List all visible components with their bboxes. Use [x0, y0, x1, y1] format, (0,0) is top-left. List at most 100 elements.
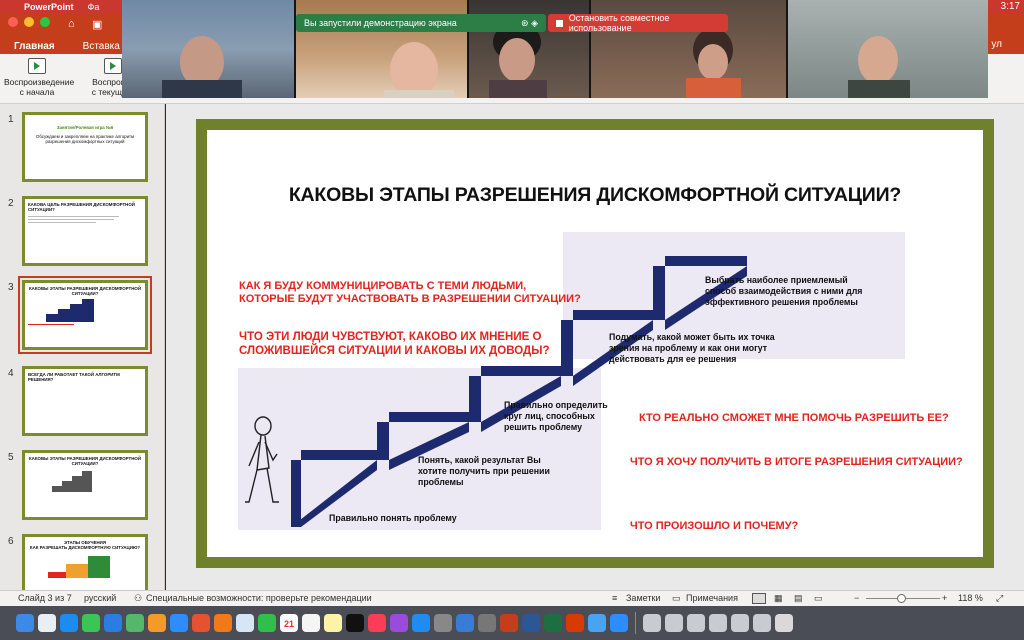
- minimized-window-icon[interactable]: [687, 614, 705, 632]
- vlc-icon[interactable]: [214, 614, 232, 632]
- zoom-out-icon[interactable]: −: [854, 593, 859, 603]
- chrome-icon[interactable]: [236, 614, 254, 632]
- step-2-text[interactable]: Понять, какой результат Вы хотите получи…: [418, 455, 550, 488]
- slide-frame[interactable]: КАКОВЫ ЭТАПЫ РАЗРЕШЕНИЯ ДИСКОМФОРТНОЙ СИ…: [196, 119, 994, 568]
- save-icon[interactable]: ▣: [92, 18, 102, 31]
- app-menu[interactable]: PowerPoint: [24, 2, 74, 12]
- podcasts-icon[interactable]: [390, 614, 408, 632]
- question-who-helps[interactable]: КТО РЕАЛЬНО СМОЖЕТ МНЕ ПОМОЧЬ РАЗРЕШИТЬ …: [639, 412, 949, 425]
- utility-icon[interactable]: [478, 614, 496, 632]
- excel-icon[interactable]: [544, 614, 562, 632]
- accessibility-status[interactable]: Специальные возможности: проверьте реком…: [146, 593, 372, 603]
- notes-app-icon[interactable]: [324, 614, 342, 632]
- comments-button[interactable]: Примечания: [686, 593, 738, 603]
- slide-thumbnail-selected[interactable]: 3 КАКОВЫ ЭТАПЫ РАЗРЕШЕНИЯ ДИСКОМФОРТНОЙ …: [0, 276, 164, 354]
- zoom-icon[interactable]: [170, 614, 188, 632]
- slide-sorter-icon[interactable]: ▦: [774, 593, 783, 604]
- question-what-happened[interactable]: ЧТО ПРОИЗОШЛО И ПОЧЕМУ?: [630, 520, 798, 533]
- slide-thumbnail-pane: 1 Занятие/Ролевая игра №6 Обсуждаем и за…: [0, 104, 165, 590]
- fit-slide-icon[interactable]: ⤢: [996, 593, 1003, 604]
- participant-video[interactable]: [788, 0, 988, 98]
- shield-icon: ⊛ ◈: [521, 17, 538, 28]
- reminders-icon[interactable]: [302, 614, 320, 632]
- notes-button[interactable]: Заметки: [626, 593, 660, 603]
- slide-thumbnail[interactable]: 5 КАКОВЫ ЭТАПЫ РАЗРЕШЕНИЯ ДИСКОМФОРТНОЙ …: [0, 446, 164, 521]
- accessibility-icon[interactable]: ⚇: [134, 593, 142, 604]
- safari-icon[interactable]: [60, 614, 78, 632]
- question-desired-result[interactable]: ЧТО Я ХОЧУ ПОЛУЧИТЬ В ИТОГЕ РАЗРЕШЕНИЯ С…: [630, 456, 963, 469]
- apple-tv-icon[interactable]: [346, 614, 364, 632]
- maps-icon[interactable]: [126, 614, 144, 632]
- slide-editing-canvas[interactable]: КАКОВЫ ЭТАПЫ РАЗРЕШЕНИЯ ДИСКОМФОРТНОЙ СИ…: [166, 104, 1024, 590]
- stop-share-button[interactable]: Остановить совместное использование: [548, 13, 728, 33]
- finder-icon[interactable]: [16, 614, 34, 632]
- status-bar: Слайд 3 из 7 русский ⚇ Специальные возмо…: [0, 590, 1024, 606]
- zoom-level[interactable]: 118 %: [958, 593, 983, 603]
- minimized-window-icon[interactable]: [665, 614, 683, 632]
- slideshow-icon[interactable]: ▭: [814, 593, 823, 604]
- office-icon[interactable]: [566, 614, 584, 632]
- zoom-in-icon[interactable]: +: [942, 593, 947, 603]
- zoom-slider-thumb[interactable]: [897, 594, 906, 603]
- dock-separator: [635, 612, 636, 634]
- home-icon[interactable]: ⌂: [68, 18, 75, 30]
- keynote-icon[interactable]: [456, 614, 474, 632]
- slide-thumbnail[interactable]: 2 КАКОВА ЦЕЛЬ РАЗРЕШЕНИЯ ДИСКОМФОРТНОЙ С…: [0, 192, 164, 267]
- messages-icon[interactable]: [82, 614, 100, 632]
- question-communication[interactable]: КАК Я БУДУ КОММУНИЦИРОВАТЬ С ТЕМИ ЛЮДЬМИ…: [239, 280, 581, 306]
- step-1-text[interactable]: Правильно понять проблему: [329, 513, 457, 524]
- step-4-text[interactable]: Подумать, какой может быть их точка зрен…: [609, 332, 775, 365]
- firefox-icon[interactable]: [192, 614, 210, 632]
- stick-figure-icon: [245, 416, 279, 503]
- normal-view-icon[interactable]: [752, 593, 766, 604]
- play-slideshow-icon: [104, 58, 122, 74]
- comments-icon[interactable]: ▭: [672, 593, 681, 604]
- calendar-icon[interactable]: 21: [280, 614, 298, 632]
- language-indicator[interactable]: русский: [84, 593, 116, 603]
- slide-thumbnail[interactable]: 6 ЭТАПЫ ОБУЧЕНИЯ КАК РАЗРЕШАТЬ ДИСКОМФОР…: [0, 530, 164, 590]
- reading-view-icon[interactable]: ▤: [794, 593, 803, 604]
- participant-video[interactable]: [122, 0, 294, 98]
- slide-counter: Слайд 3 из 7: [18, 593, 72, 603]
- question-feelings[interactable]: ЧТО ЭТИ ЛЮДИ ЧУВСТВУЮТ, КАКОВО ИХ МНЕНИЕ…: [239, 330, 549, 358]
- photos-icon[interactable]: [148, 614, 166, 632]
- person-silhouette-icon: [162, 36, 242, 98]
- window-controls: [8, 17, 50, 27]
- minimized-window-icon[interactable]: [753, 614, 771, 632]
- tab-partial-right[interactable]: ул: [991, 39, 1002, 50]
- slide-content: КАКОВЫ ЭТАПЫ РАЗРЕШЕНИЯ ДИСКОМФОРТНОЙ СИ…: [207, 130, 983, 557]
- play-slideshow-icon: [28, 58, 46, 74]
- step-3-text[interactable]: Правильно определить круг лиц, способных…: [504, 400, 608, 433]
- app-store-icon[interactable]: [412, 614, 430, 632]
- close-window-button[interactable]: [8, 17, 18, 27]
- zoom-meetings-icon[interactable]: [610, 614, 628, 632]
- screen-share-banner: Вы запустили демонстрацию экрана ⊛ ◈: [296, 14, 546, 32]
- powerpoint-icon[interactable]: [500, 614, 518, 632]
- minimized-window-icon[interactable]: [731, 614, 749, 632]
- screen: ⌂ ▣ Главная Вставка ул PowerPoint Фа 3:1…: [0, 0, 1024, 640]
- slide-thumbnail[interactable]: 1 Занятие/Ролевая игра №6 Обсуждаем и за…: [0, 108, 164, 183]
- mac-dock: 21: [0, 606, 1024, 640]
- mail-icon[interactable]: [104, 614, 122, 632]
- person-silhouette-icon: [848, 36, 911, 98]
- word-icon[interactable]: [522, 614, 540, 632]
- menubar-clock: 3:17: [1000, 1, 1020, 12]
- slide-thumbnail[interactable]: 4 ВСЕГДА ЛИ РАБОТАЕТ ТАКОЙ АЛГОРИТМ РЕШЕ…: [0, 362, 164, 437]
- share-status-text: Вы запустили демонстрацию экрана: [304, 18, 457, 28]
- tab-home[interactable]: Главная: [0, 39, 69, 54]
- launchpad-icon[interactable]: [38, 614, 56, 632]
- trash-icon[interactable]: [775, 614, 793, 632]
- music-icon[interactable]: [368, 614, 386, 632]
- system-preferences-icon[interactable]: [434, 614, 452, 632]
- zoom-window-button[interactable]: [40, 17, 50, 27]
- file-menu[interactable]: Фа: [88, 2, 100, 12]
- play-from-start-button[interactable]: Воспроизведение с начала: [4, 58, 74, 97]
- notes-icon[interactable]: ≡: [612, 593, 617, 603]
- minimize-window-button[interactable]: [24, 17, 34, 27]
- minimized-window-icon[interactable]: [643, 614, 661, 632]
- preview-icon[interactable]: [588, 614, 606, 632]
- stop-icon: [556, 19, 563, 27]
- facetime-icon[interactable]: [258, 614, 276, 632]
- minimized-window-icon[interactable]: [709, 614, 727, 632]
- step-5-text[interactable]: Выбрать наиболее приемлемый способ взаим…: [705, 275, 862, 308]
